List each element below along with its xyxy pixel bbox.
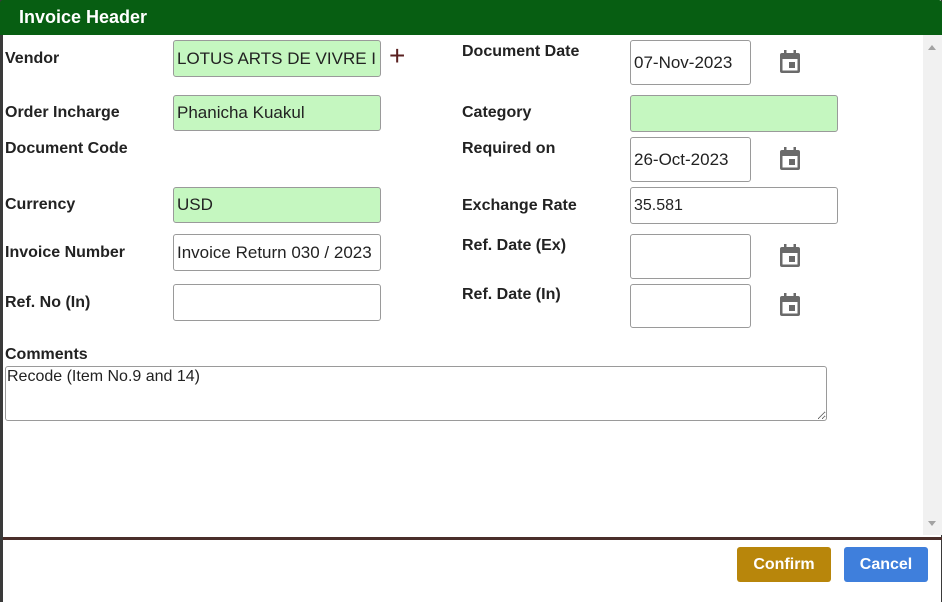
currency-field[interactable] bbox=[173, 187, 381, 223]
dialog-title: Invoice Header bbox=[19, 7, 148, 27]
vendor-label: Vendor bbox=[5, 50, 60, 67]
document-date-field[interactable] bbox=[630, 40, 751, 85]
vendor-field[interactable] bbox=[173, 40, 381, 77]
invoice-header-dialog: Invoice Header Vendor + Order Incharge D… bbox=[0, 0, 942, 602]
calendar-icon[interactable] bbox=[779, 147, 801, 171]
ref-no-in-field[interactable] bbox=[173, 284, 381, 321]
vertical-scrollbar[interactable] bbox=[923, 35, 942, 535]
scroll-down-arrow-icon[interactable] bbox=[928, 521, 936, 526]
invoice-number-field[interactable] bbox=[173, 234, 381, 271]
comments-textarea[interactable]: Recode (Item No.9 and 14) bbox=[5, 366, 827, 421]
currency-label: Currency bbox=[5, 196, 76, 213]
category-field[interactable] bbox=[630, 95, 838, 132]
calendar-icon[interactable] bbox=[779, 244, 801, 268]
document-date-label: Document Date bbox=[462, 43, 580, 60]
category-label: Category bbox=[462, 104, 532, 121]
comments-label: Comments bbox=[5, 346, 88, 363]
ref-no-in-label: Ref. No (In) bbox=[5, 294, 91, 311]
footer-divider bbox=[3, 537, 942, 540]
dialog-titlebar: Invoice Header bbox=[0, 0, 942, 35]
ref-date-ex-field[interactable] bbox=[630, 234, 751, 279]
order-incharge-field[interactable] bbox=[173, 95, 381, 131]
add-vendor-button[interactable]: + bbox=[389, 42, 405, 70]
required-on-field[interactable] bbox=[630, 137, 751, 182]
order-incharge-label: Order Incharge bbox=[5, 104, 120, 121]
document-code-label: Document Code bbox=[5, 140, 128, 157]
ref-date-in-label: Ref. Date (In) bbox=[462, 286, 561, 303]
calendar-icon[interactable] bbox=[779, 50, 801, 74]
exchange-rate-field[interactable] bbox=[630, 187, 838, 224]
ref-date-ex-label: Ref. Date (Ex) bbox=[462, 237, 567, 254]
ref-date-in-field[interactable] bbox=[630, 284, 751, 328]
scroll-up-arrow-icon[interactable] bbox=[928, 45, 936, 50]
cancel-button[interactable]: Cancel bbox=[844, 547, 928, 582]
confirm-button[interactable]: Confirm bbox=[737, 547, 831, 582]
exchange-rate-label: Exchange Rate bbox=[462, 197, 577, 214]
required-on-label: Required on bbox=[462, 140, 556, 157]
calendar-icon[interactable] bbox=[779, 293, 801, 317]
invoice-number-label: Invoice Number bbox=[5, 244, 126, 261]
